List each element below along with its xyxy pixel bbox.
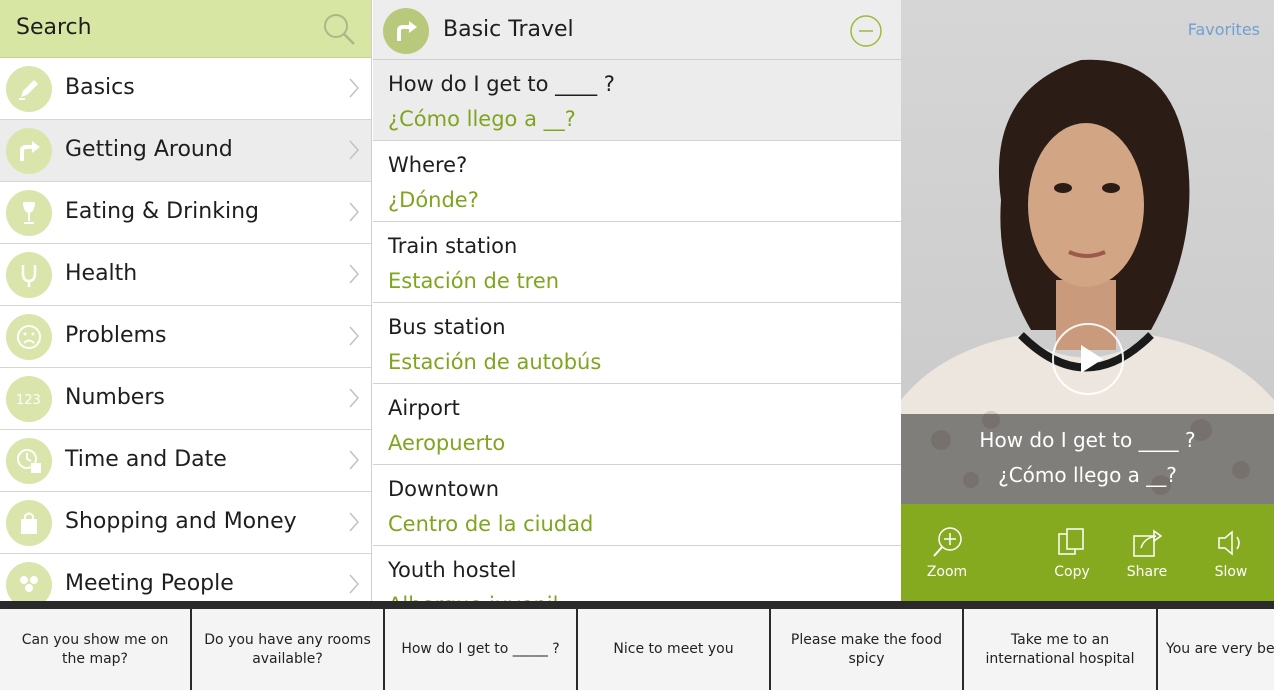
copy-button[interactable]: Copy [1037, 526, 1107, 580]
phrase-spanish: Albergue juvenil [388, 593, 558, 601]
share-button[interactable]: Share [1112, 526, 1182, 580]
play-icon [1081, 345, 1103, 373]
phrase-english: Airport [388, 396, 460, 420]
speaker-icon [1218, 530, 1240, 556]
chevron-right-icon [349, 78, 360, 98]
category-label: Eating & Drinking [65, 199, 259, 224]
video-panel: Favorites How do I get to ____ ? ¿Cómo l… [901, 0, 1274, 601]
category-sidebar: Search Basics Getting Around Eating & Dr… [0, 0, 372, 601]
people-icon [6, 562, 52, 601]
chevron-right-icon [349, 264, 360, 284]
clock-calendar-icon [6, 438, 52, 484]
video-player[interactable]: Favorites How do I get to ____ ? ¿Cómo l… [901, 0, 1274, 504]
category-label: Getting Around [65, 137, 233, 162]
share-label: Share [1126, 564, 1168, 580]
phrase-english: Where? [388, 153, 468, 177]
sad-face-icon [6, 314, 52, 360]
quick-phrase-button[interactable]: Take me to an international hospital [964, 609, 1156, 690]
caption-spanish: ¿Cómo llego a __? [998, 463, 1177, 487]
phrase-item[interactable]: Bus station Estación de autobús [373, 303, 901, 384]
category-item-health[interactable]: Health [0, 244, 371, 306]
phrase-english: Train station [388, 234, 518, 258]
quick-phrase-button[interactable]: You are very beautiful [1158, 609, 1274, 690]
phrase-english: Bus station [388, 315, 506, 339]
category-label: Time and Date [65, 447, 227, 472]
quick-phrase-button[interactable]: Do you have any rooms available? [192, 609, 383, 690]
search-label: Search [16, 15, 92, 40]
category-item-eating-drinking[interactable]: Eating & Drinking [0, 182, 371, 244]
zoom-button[interactable]: Zoom [912, 526, 982, 580]
pen-icon [6, 66, 52, 112]
quick-phrase-button[interactable]: How do I get to _____ ? [385, 609, 576, 690]
copy-icon [1058, 528, 1084, 555]
caption-english: How do I get to ____ ? [979, 428, 1196, 452]
category-item-shopping-and-money[interactable]: Shopping and Money [0, 492, 371, 554]
category-item-getting-around[interactable]: Getting Around [0, 120, 371, 182]
phrase-spanish: Centro de la ciudad [388, 512, 594, 536]
category-label: Shopping and Money [65, 509, 297, 534]
category-item-problems[interactable]: Problems [0, 306, 371, 368]
play-button[interactable] [1052, 323, 1124, 395]
wine-glass-icon [6, 190, 52, 236]
slow-label: Slow [1214, 564, 1248, 580]
action-toolbar: Zoom Copy Share Slow [901, 504, 1274, 601]
turn-arrow-icon [383, 8, 429, 54]
category-label: Basics [65, 75, 135, 100]
section-header: Basic Travel [373, 0, 901, 60]
chevron-right-icon [349, 388, 360, 408]
quick-phrase-button[interactable]: Please make the food spicy [771, 609, 962, 690]
video-caption: How do I get to ____ ? ¿Cómo llego a __? [901, 414, 1274, 504]
phrase-spanish: ¿Dónde? [388, 188, 479, 212]
phrase-item[interactable]: Airport Aeropuerto [373, 384, 901, 465]
chevron-right-icon [349, 326, 360, 346]
chevron-right-icon [349, 574, 360, 594]
phrase-spanish: Estación de tren [388, 269, 560, 293]
stethoscope-icon [6, 252, 52, 298]
phrase-spanish: Estación de autobús [388, 350, 602, 374]
zoom-label: Zoom [926, 564, 968, 580]
copy-label: Copy [1054, 564, 1090, 580]
category-label: Numbers [65, 385, 165, 410]
quick-phrase-button[interactable]: Can you show me on the map? [0, 609, 190, 690]
phrase-panel: Basic Travel How do I get to ____ ? ¿Cóm… [373, 0, 901, 601]
phrase-item[interactable]: How do I get to ____ ? ¿Cómo llego a __? [373, 60, 901, 141]
search-bar[interactable]: Search [0, 0, 371, 58]
phrase-spanish: Aeropuerto [388, 431, 506, 455]
category-label: Problems [65, 323, 167, 348]
category-item-numbers[interactable]: 123 Numbers [0, 368, 371, 430]
search-icon[interactable] [321, 11, 357, 47]
collapse-icon[interactable] [849, 14, 883, 48]
category-item-basics[interactable]: Basics [0, 58, 371, 120]
turn-arrow-icon [6, 128, 52, 174]
chevron-right-icon [349, 202, 360, 222]
phrase-item[interactable]: Youth hostel Albergue juvenil [373, 546, 901, 601]
share-icon [1133, 529, 1163, 557]
category-item-meeting-people[interactable]: Meeting People [0, 554, 371, 601]
favorites-link[interactable]: Favorites [1188, 20, 1260, 39]
phrase-english: How do I get to ____ ? [388, 72, 615, 96]
phrase-english: Downtown [388, 477, 500, 501]
quick-phrase-strip: Can you show me on the map? Do you have … [0, 601, 1274, 690]
chevron-right-icon [349, 512, 360, 532]
quick-phrase-button[interactable]: Nice to meet you [578, 609, 769, 690]
category-label: Meeting People [65, 571, 234, 596]
section-title: Basic Travel [443, 17, 574, 42]
phrase-item[interactable]: Train station Estación de tren [373, 222, 901, 303]
chevron-right-icon [349, 140, 360, 160]
phrase-item[interactable]: Where? ¿Dónde? [373, 141, 901, 222]
chevron-right-icon [349, 450, 360, 470]
zoom-icon [933, 527, 962, 557]
phrase-english: Youth hostel [388, 558, 517, 582]
svg-text:123: 123 [16, 393, 41, 408]
phrase-item[interactable]: Downtown Centro de la ciudad [373, 465, 901, 546]
numbers-icon: 123 [6, 376, 52, 422]
phrase-spanish: ¿Cómo llego a __? [388, 107, 576, 131]
category-label: Health [65, 261, 138, 286]
slow-button[interactable]: Slow [1196, 526, 1266, 580]
shopping-bag-icon [6, 500, 52, 546]
category-item-time-and-date[interactable]: Time and Date [0, 430, 371, 492]
